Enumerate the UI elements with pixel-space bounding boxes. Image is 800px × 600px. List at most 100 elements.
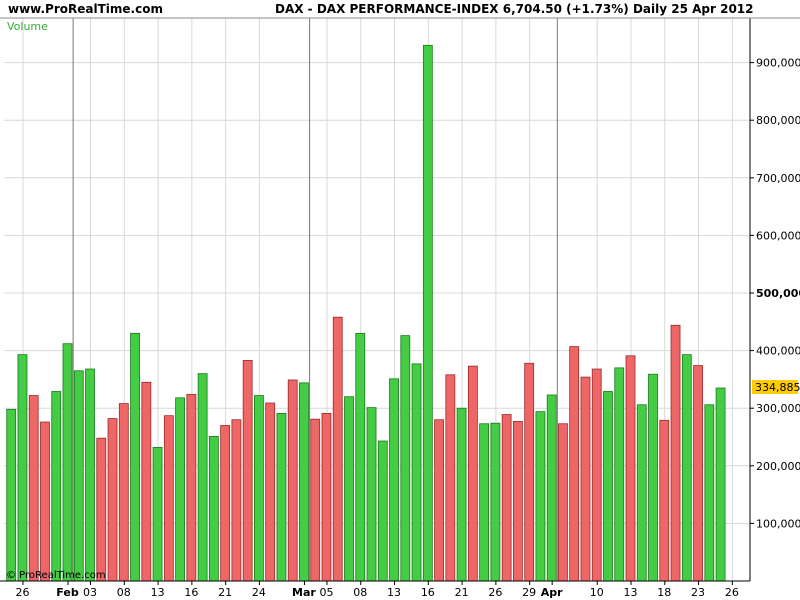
volume-bar-up[interactable] [535, 411, 546, 582]
volume-bar-down[interactable] [332, 316, 343, 582]
volume-bar-down[interactable] [265, 402, 276, 582]
y-tick-label: 800,000 [756, 114, 800, 127]
volume-bar-down[interactable] [96, 437, 107, 582]
volume-bar-down[interactable] [220, 425, 231, 582]
volume-bar-up[interactable] [208, 436, 219, 582]
volume-bar-down[interactable] [107, 418, 118, 582]
volume-bar-up[interactable] [6, 408, 17, 582]
volume-bar-up[interactable] [85, 368, 95, 582]
volume-bar-down[interactable] [310, 418, 321, 582]
x-tick-label: 26 [725, 586, 739, 599]
volume-bar-down[interactable] [670, 324, 681, 582]
site-name[interactable]: www.ProRealTime.com [8, 2, 163, 16]
y-tick-label: 900,000 [756, 57, 800, 70]
volume-bar-down[interactable] [445, 374, 456, 582]
volume-bar-up[interactable] [490, 422, 501, 582]
chart-window: 100,000 200,000 300,000 400,000 500,000 600,0… [0, 0, 800, 600]
volume-bar-up[interactable] [614, 367, 625, 582]
y-tick-label: 400,000 [756, 345, 800, 358]
x-tick-label: 16 [421, 586, 435, 599]
x-tick-label: 03 [83, 586, 97, 599]
volume-bar-up[interactable] [62, 343, 73, 582]
x-tick-label: 13 [387, 586, 401, 599]
volume-bar-down[interactable] [558, 423, 568, 582]
x-tick-label: 29 [522, 586, 536, 599]
volume-bar-down[interactable] [118, 403, 129, 582]
volume-bar-up[interactable] [276, 412, 287, 582]
volume-bar-down[interactable] [28, 395, 39, 582]
volume-bar-down[interactable] [163, 415, 174, 582]
volume-chart[interactable]: 100,000 200,000 300,000 400,000 500,000 600,0… [0, 0, 800, 600]
x-tick-label: 08 [353, 586, 367, 599]
y-tick-label: 600,000 [756, 229, 800, 242]
volume-bar-up[interactable] [152, 446, 163, 582]
x-tick-label: 16 [184, 586, 198, 599]
volume-bar-down[interactable] [524, 362, 535, 582]
last-value-marker: 334,885 [752, 380, 800, 394]
x-tick-label: 21 [218, 586, 232, 599]
x-tick-label: 05 [319, 586, 333, 599]
volume-bar-up[interactable] [603, 391, 613, 582]
volume-bar-up[interactable] [175, 397, 186, 582]
volume-bar-down[interactable] [467, 365, 478, 582]
instrument-title: DAX - DAX PERFORMANCE-INDEX 6,704.50 (+1… [275, 2, 754, 16]
volume-bar-up[interactable] [422, 44, 433, 582]
volume-bar-down[interactable] [580, 376, 591, 582]
volume-bar-up[interactable] [377, 440, 388, 582]
volume-bar-down[interactable] [242, 359, 253, 582]
x-tick-label: 26 [15, 586, 29, 599]
x-tick-label: 13 [624, 586, 638, 599]
volume-bar-down[interactable] [513, 421, 523, 582]
y-tick-label: 300,000 [756, 402, 800, 415]
volume-bar-down[interactable] [231, 419, 242, 582]
x-tick-label: 23 [691, 586, 705, 599]
volume-bar-down[interactable] [693, 365, 703, 582]
x-month-label: Apr [541, 586, 563, 599]
volume-bar-up[interactable] [648, 373, 658, 582]
x-month-label: Feb [56, 586, 79, 599]
x-tick-label: 08 [117, 586, 131, 599]
volume-bar-down[interactable] [569, 346, 580, 582]
volume-bar-up[interactable] [636, 404, 647, 582]
x-tick-label: 13 [151, 586, 165, 599]
volume-bar-up[interactable] [681, 354, 692, 582]
volume-bar-down[interactable] [591, 368, 602, 582]
volume-bar-up[interactable] [355, 332, 366, 582]
y-tick-label: 100,000 [756, 517, 800, 530]
x-tick-label: 18 [657, 586, 671, 599]
volume-bar-up[interactable] [344, 396, 354, 582]
volume-bar-up[interactable] [389, 378, 399, 582]
volume-bar-up[interactable] [254, 395, 264, 582]
volume-bar-down[interactable] [141, 381, 152, 582]
x-month-label: Mar [292, 586, 316, 599]
watermark: © ProRealTime.com [6, 570, 106, 581]
volume-bar-down[interactable] [625, 355, 636, 582]
volume-bar-up[interactable] [299, 382, 309, 582]
volume-bar-down[interactable] [434, 419, 444, 582]
x-tick-label: 26 [488, 586, 502, 599]
x-tick-label: 10 [590, 586, 604, 599]
volume-bar-up[interactable] [366, 407, 377, 582]
y-tick-label: 200,000 [756, 460, 800, 473]
volume-bar-up[interactable] [704, 404, 715, 582]
volume-bar-up[interactable] [715, 387, 726, 582]
volume-bar-down[interactable] [186, 393, 197, 582]
volume-bar-up[interactable] [479, 423, 490, 582]
volume-bar-up[interactable] [546, 394, 557, 582]
volume-bar-up[interactable] [130, 332, 140, 582]
volume-bar-up[interactable] [400, 335, 411, 582]
volume-bar-up[interactable] [17, 354, 28, 582]
volume-bar-up[interactable] [456, 407, 467, 582]
volume-bar-up[interactable] [73, 370, 84, 582]
volume-bar-up[interactable] [197, 373, 208, 582]
x-tick-label: 24 [252, 586, 266, 599]
indicator-label: Volume [7, 20, 48, 33]
volume-bar-up[interactable] [411, 363, 422, 582]
volume-bar-down[interactable] [659, 419, 670, 582]
volume-bar-down[interactable] [40, 421, 50, 582]
y-tick-label: 700,000 [756, 172, 800, 185]
volume-bar-down[interactable] [321, 412, 332, 582]
volume-bar-down[interactable] [501, 414, 512, 582]
volume-bar-down[interactable] [287, 379, 298, 582]
volume-bar-up[interactable] [51, 391, 62, 582]
